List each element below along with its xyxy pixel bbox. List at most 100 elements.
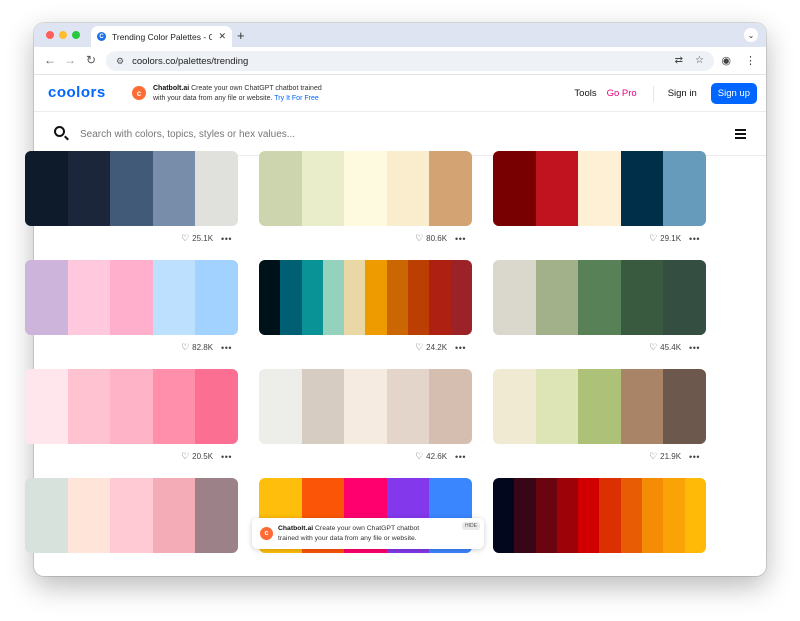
color-swatch[interactable] [663,369,706,444]
bookmark-star-icon[interactable]: ☆ [695,55,704,66]
browser-menu-icon[interactable]: ⋮ [745,54,756,67]
coolors-logo[interactable]: coolors [48,84,106,101]
color-swatch[interactable] [620,260,664,335]
color-swatch[interactable] [152,369,196,444]
heart-icon[interactable]: ♡ [415,233,423,244]
color-swatch[interactable] [429,369,472,444]
color-swatch[interactable] [535,260,579,335]
heart-icon[interactable]: ♡ [415,342,423,353]
color-swatch[interactable] [67,260,111,335]
palette-card[interactable] [25,478,238,553]
palette-card[interactable]: ♡ 82.8K ••• [25,260,238,353]
new-tab-button[interactable]: + [237,28,245,43]
color-swatch[interactable] [301,151,345,226]
palette-swatches[interactable] [25,151,238,226]
color-swatch[interactable] [620,369,664,444]
color-swatch[interactable] [259,151,302,226]
heart-icon[interactable]: ♡ [649,342,657,353]
color-swatch[interactable] [578,369,621,444]
color-swatch[interactable] [110,478,153,553]
color-swatch[interactable] [25,260,68,335]
color-swatch[interactable] [620,478,643,553]
color-swatch[interactable] [365,260,387,335]
sign-in-link[interactable]: Sign in [668,88,697,99]
search-input[interactable] [80,124,580,144]
color-swatch[interactable] [344,151,387,226]
more-options-icon[interactable]: ••• [455,452,466,462]
color-swatch[interactable] [301,369,345,444]
color-swatch[interactable] [195,151,238,226]
color-swatch[interactable] [259,260,281,335]
close-tab-icon[interactable]: ✕ [218,31,226,42]
heart-icon[interactable]: ♡ [181,342,189,353]
color-swatch[interactable] [535,369,579,444]
color-swatch[interactable] [152,478,196,553]
back-arrow-icon[interactable]: ← [44,53,56,67]
color-swatch[interactable] [493,369,536,444]
palette-swatches[interactable] [259,369,472,444]
color-swatch[interactable] [514,478,536,553]
more-options-icon[interactable]: ••• [689,234,700,244]
color-swatch[interactable] [429,260,451,335]
palette-card[interactable]: ♡ 20.5K ••• [25,369,238,462]
color-swatch[interactable] [110,260,153,335]
more-options-icon[interactable]: ••• [689,343,700,353]
color-swatch[interactable] [152,260,196,335]
color-swatch[interactable] [493,151,536,226]
promo-cta-link[interactable]: Try It For Free [274,95,318,102]
more-options-icon[interactable]: ••• [221,452,232,462]
color-swatch[interactable] [642,478,664,553]
translate-icon[interactable]: ⇄ [675,55,683,66]
ad-hide-button[interactable]: HIDE [462,522,480,530]
palette-swatches[interactable] [493,478,706,553]
color-swatch[interactable] [450,260,472,335]
color-swatch[interactable] [67,478,111,553]
color-swatch[interactable] [620,151,664,226]
site-settings-icon[interactable]: ⚙ [116,56,124,67]
palette-swatches[interactable] [25,369,238,444]
palette-card[interactable] [493,478,706,553]
more-options-icon[interactable]: ••• [689,452,700,462]
color-swatch[interactable] [535,478,557,553]
color-swatch[interactable] [344,369,387,444]
color-swatch[interactable] [195,260,238,335]
palette-card[interactable]: ♡ 21.9K ••• [493,369,706,462]
color-swatch[interactable] [408,260,430,335]
color-swatch[interactable] [195,369,238,444]
filter-menu-icon[interactable] [735,129,746,139]
palette-swatches[interactable] [259,260,472,335]
browser-tab-active[interactable]: C Trending Color Palettes - Coo ✕ [91,26,232,47]
color-swatch[interactable] [301,260,323,335]
more-options-icon[interactable]: ••• [455,343,466,353]
color-swatch[interactable] [344,260,366,335]
color-swatch[interactable] [429,151,472,226]
color-swatch[interactable] [493,478,515,553]
heart-icon[interactable]: ♡ [181,233,189,244]
more-options-icon[interactable]: ••• [455,234,466,244]
tab-search-chevron-icon[interactable]: ⌄ [744,28,758,42]
color-swatch[interactable] [578,478,600,553]
nav-tools-link[interactable]: Tools [574,88,596,99]
reload-icon[interactable]: ↻ [86,53,96,67]
heart-icon[interactable]: ♡ [649,451,657,462]
palette-card[interactable]: ♡ 42.6K ••• [259,369,472,462]
color-swatch[interactable] [663,151,706,226]
color-swatch[interactable] [663,260,706,335]
bottom-ad-banner[interactable]: c Chatbolt.ai Create your own ChatGPT ch… [252,518,484,549]
color-swatch[interactable] [152,151,196,226]
color-swatch[interactable] [25,151,68,226]
color-swatch[interactable] [322,260,345,335]
palette-swatches[interactable] [493,369,706,444]
color-swatch[interactable] [535,151,579,226]
color-swatch[interactable] [386,369,430,444]
heart-icon[interactable]: ♡ [181,451,189,462]
forward-arrow-icon[interactable]: → [64,53,76,67]
color-swatch[interactable] [67,151,111,226]
color-swatch[interactable] [195,478,238,553]
heart-icon[interactable]: ♡ [649,233,657,244]
minimize-window-button[interactable] [59,31,67,39]
palette-card[interactable]: ♡ 45.4K ••• [493,260,706,353]
color-swatch[interactable] [556,478,579,553]
palette-swatches[interactable] [25,260,238,335]
address-bar[interactable]: ⚙ coolors.co/palettes/trending ⇄ ☆ [106,51,714,71]
